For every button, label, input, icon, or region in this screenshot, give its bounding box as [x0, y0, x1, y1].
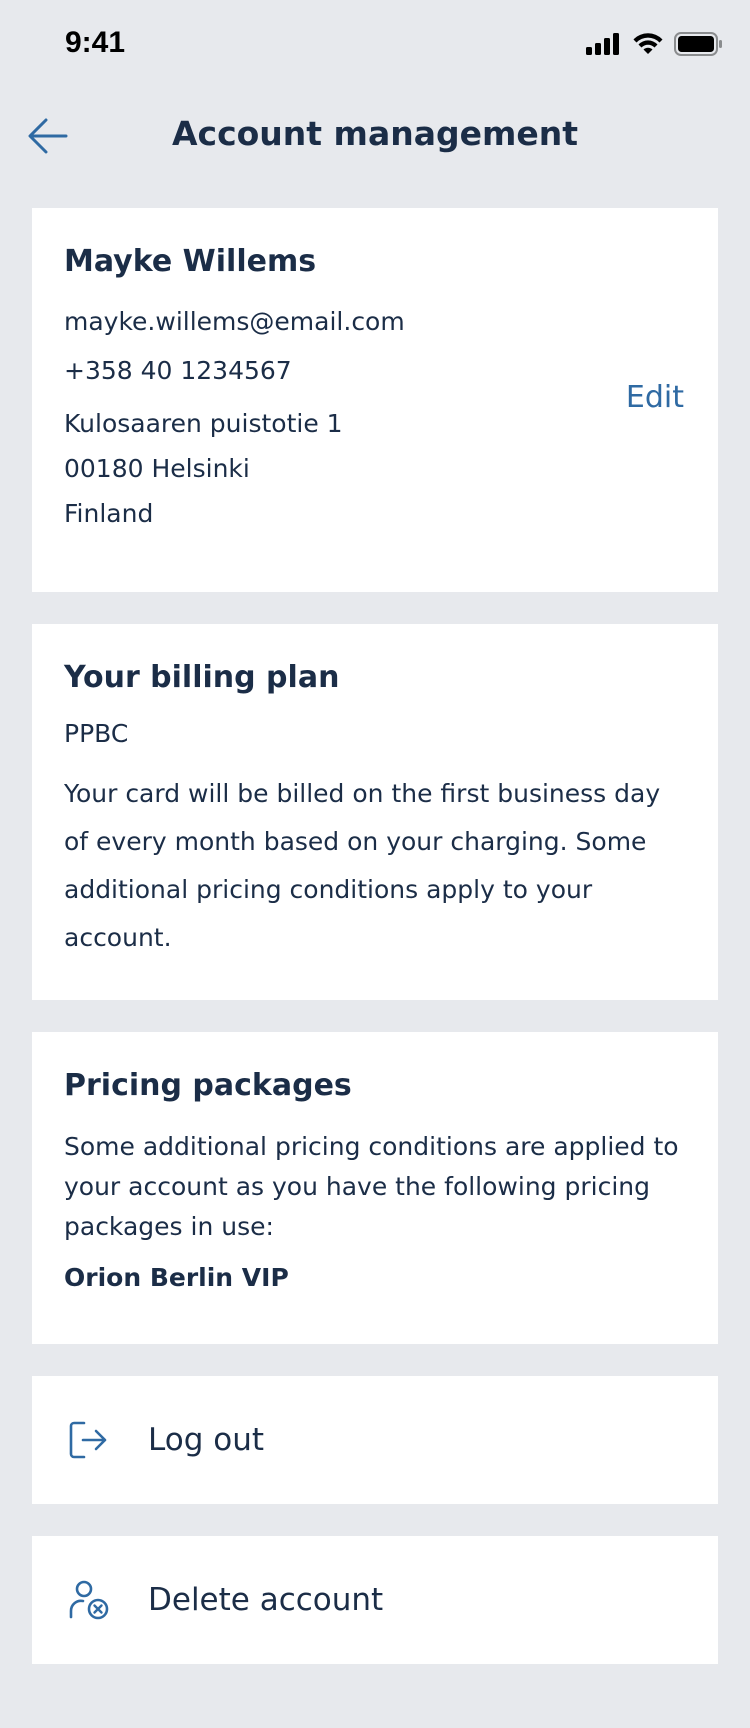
profile-email: mayke.willems@email.com [64, 307, 405, 336]
address-line-1: Kulosaaren puistotie 1 [64, 409, 343, 438]
pricing-package-name: Orion Berlin VIP [64, 1263, 289, 1292]
page-title: Account management [171, 114, 579, 153]
signal-icon [586, 33, 619, 55]
battery-icon [674, 32, 722, 56]
logout-icon [69, 1421, 107, 1459]
profile-name: Mayke Willems [64, 244, 317, 279]
page-header: Account management [0, 92, 750, 180]
edit-profile-link[interactable]: Edit [626, 380, 684, 415]
address-line-2: 00180 Helsinki [64, 454, 250, 483]
delete-account-label: Delete account [148, 1582, 384, 1618]
billing-plan-name: PPBC [64, 719, 129, 748]
address-line-3: Finland [64, 499, 154, 528]
billing-plan-title: Your billing plan [64, 660, 340, 695]
logout-button[interactable]: Log out [32, 1376, 718, 1504]
status-bar: 9:41 [0, 0, 750, 92]
billing-plan-card: Your billing plan PPBC Your card will be… [32, 624, 718, 1000]
pricing-packages-card: Pricing packages Some additional pricing… [32, 1032, 718, 1344]
status-icons [586, 32, 722, 56]
pricing-packages-title: Pricing packages [64, 1068, 352, 1103]
logout-label: Log out [148, 1422, 264, 1458]
pricing-packages-description: Some additional pricing conditions are a… [64, 1132, 679, 1241]
delete-user-icon [69, 1580, 109, 1620]
status-time: 9:41 [65, 26, 126, 59]
delete-account-button[interactable]: Delete account [32, 1536, 718, 1664]
wifi-icon [633, 33, 663, 54]
billing-plan-description: Your card will be billed on the first bu… [64, 779, 661, 952]
profile-phone: +358 40 1234567 [64, 356, 292, 385]
profile-card: Mayke Willems mayke.willems@email.com +3… [32, 208, 718, 592]
